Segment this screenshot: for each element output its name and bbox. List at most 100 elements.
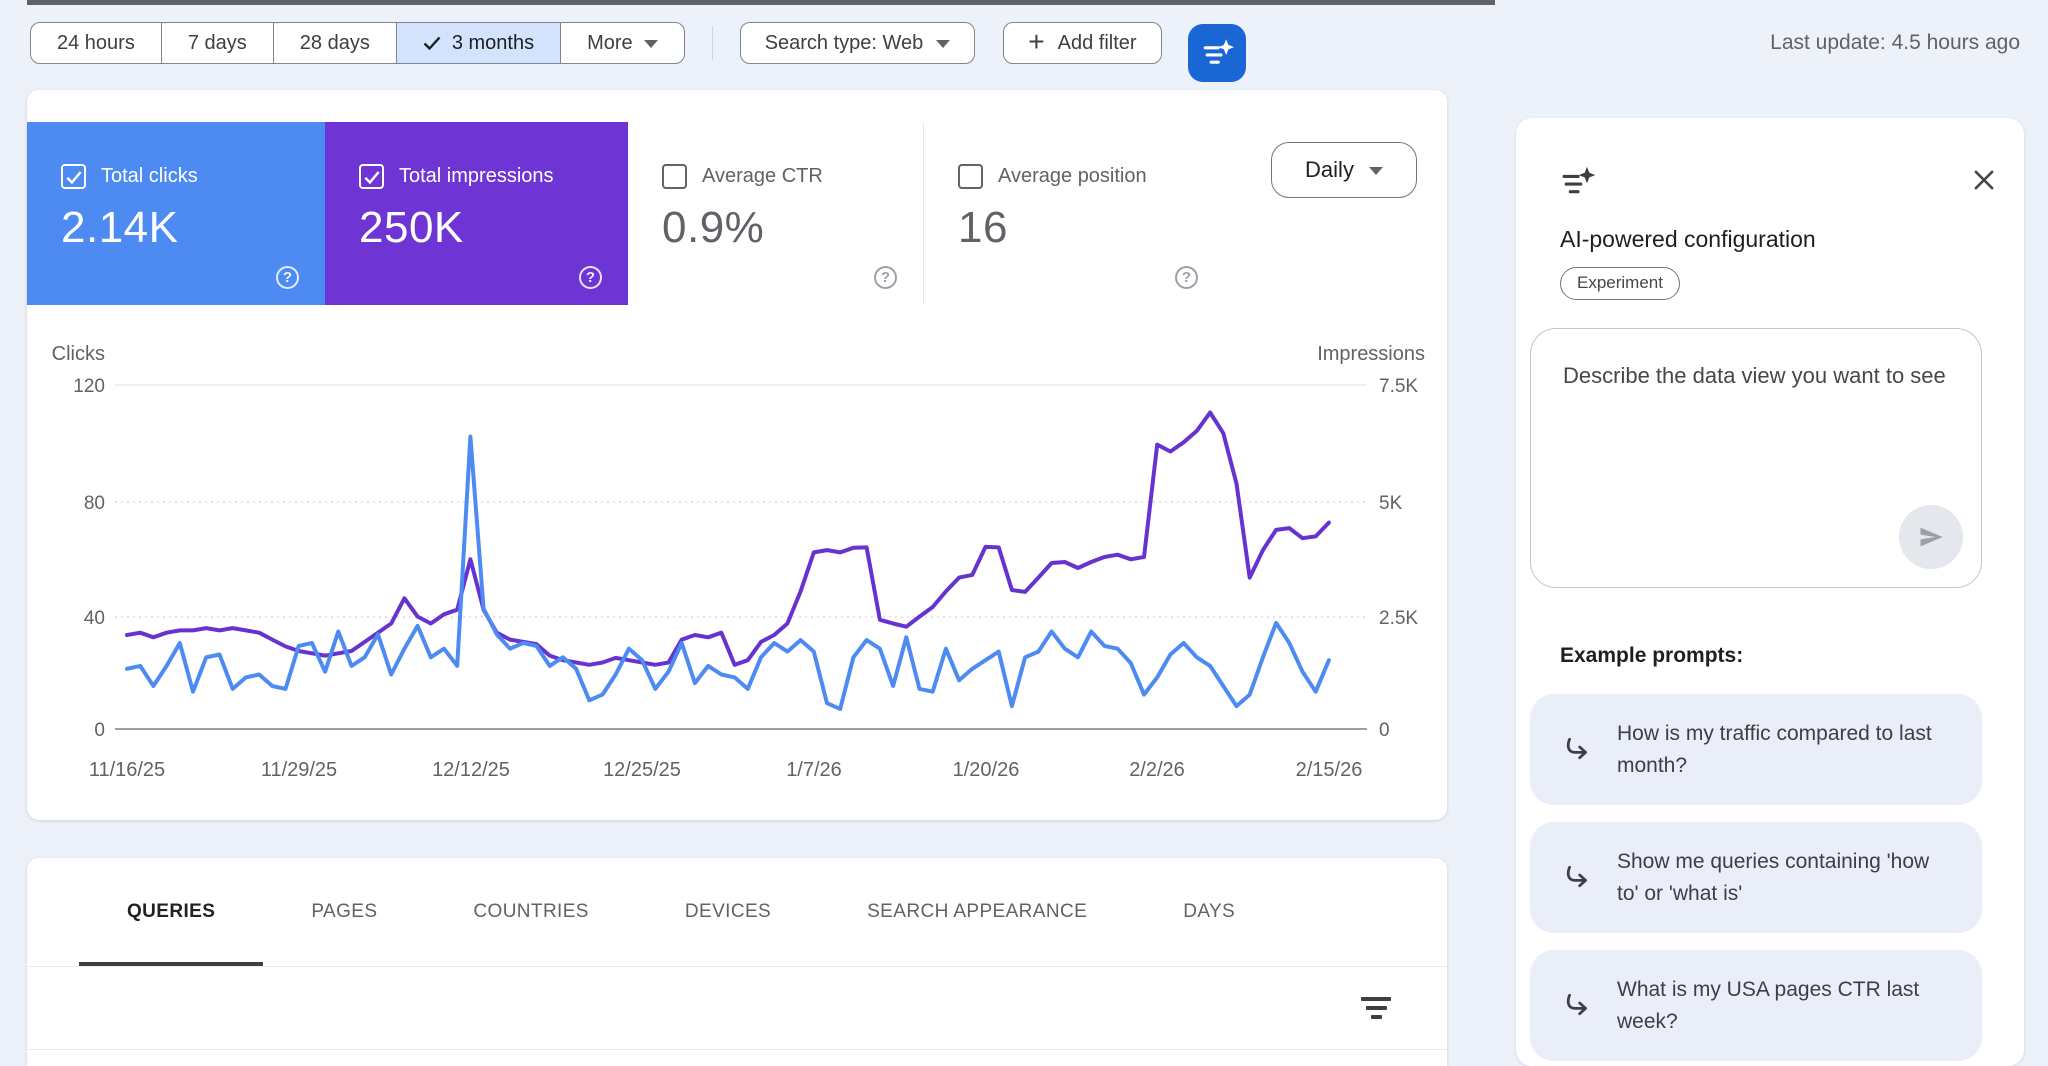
right-tick: 5K — [1379, 493, 1403, 514]
toolbar-divider — [712, 26, 713, 60]
ai-prompt-input[interactable]: Describe the data view you want to see — [1530, 328, 1982, 588]
x-tick: 2/2/26 — [1129, 759, 1185, 781]
x-tick: 1/20/26 — [953, 759, 1020, 781]
scroll-edge-divider — [27, 0, 1495, 5]
add-filter-button[interactable]: + Add filter — [1003, 22, 1161, 64]
x-tick: 11/29/25 — [261, 759, 337, 781]
toolbar: 24 hours 7 days 28 days 3 months More Se… — [30, 22, 2020, 64]
tab-label: QUERIES — [127, 901, 215, 923]
ai-sparkle-filter-icon — [1560, 164, 1596, 200]
help-icon[interactable]: ? — [276, 266, 299, 289]
last-update-text: Last update: 4.5 hours ago — [1770, 31, 2020, 55]
tab-countries[interactable]: COUNTRIES — [425, 858, 637, 966]
send-icon — [1917, 523, 1945, 551]
prompt-chip-ctr[interactable]: What is my USA pages CTR last week? — [1530, 950, 1982, 1061]
metric-label: Average CTR — [702, 165, 823, 188]
right-axis-title: Impressions — [1317, 343, 1425, 365]
tab-label: SEARCH APPEARANCE — [867, 901, 1087, 923]
x-tick: 12/25/25 — [603, 759, 681, 781]
average-ctr-checkbox[interactable] — [662, 164, 687, 189]
date-range-group: 24 hours 7 days 28 days 3 months More — [30, 22, 685, 64]
experiment-badge: Experiment — [1560, 267, 1680, 300]
performance-card: Total clicks 2.14K ? Total impressions 2… — [27, 90, 1447, 820]
tab-devices[interactable]: DEVICES — [637, 858, 819, 966]
search-type-label: Search type: Web — [765, 32, 924, 55]
granularity-dropdown[interactable]: Daily — [1271, 142, 1417, 198]
tab-label: PAGES — [311, 901, 377, 923]
filter-list-icon[interactable] — [1355, 991, 1397, 1025]
metric-value: 0.9% — [662, 203, 923, 253]
range-24-hours[interactable]: 24 hours — [31, 23, 161, 63]
tab-label: DEVICES — [685, 901, 771, 923]
plus-icon: + — [1028, 28, 1044, 56]
x-tick: 12/12/25 — [432, 759, 510, 781]
dimensions-table-card: QUERIES PAGES COUNTRIES DEVICES SEARCH A… — [27, 858, 1447, 1066]
ai-sparkle-filter-icon — [1200, 36, 1234, 70]
performance-line-chart[interactable]: Clicks Impressions 120 80 40 0 7.5K 5K 2… — [27, 330, 1447, 800]
metric-value: 2.14K — [61, 203, 325, 253]
right-tick: 2.5K — [1379, 608, 1418, 629]
left-axis-title: Clicks — [52, 343, 105, 365]
total-clicks-checkbox[interactable] — [61, 164, 86, 189]
range-24-hours-label: 24 hours — [57, 32, 135, 55]
range-28-days[interactable]: 28 days — [273, 23, 396, 63]
tab-label: DAYS — [1183, 901, 1235, 923]
average-position-checkbox[interactable] — [958, 164, 983, 189]
add-filter-label: Add filter — [1058, 32, 1137, 55]
left-tick: 0 — [94, 720, 105, 741]
metric-value: 250K — [359, 203, 628, 253]
close-panel-button[interactable] — [1968, 164, 2000, 199]
total-impressions-checkbox[interactable] — [359, 164, 384, 189]
metric-label: Total clicks — [101, 165, 198, 188]
left-tick: 40 — [84, 608, 105, 629]
table-filter-row — [27, 967, 1447, 1050]
metric-card-total-clicks[interactable]: Total clicks 2.14K ? — [27, 122, 325, 305]
clicks-line-series — [127, 437, 1329, 709]
right-tick: 7.5K — [1379, 376, 1418, 397]
metric-card-average-ctr[interactable]: Average CTR 0.9% ? — [628, 122, 924, 305]
tab-pages[interactable]: PAGES — [263, 858, 425, 966]
redirect-arrow-icon — [1560, 862, 1591, 894]
chevron-down-icon — [1369, 167, 1383, 175]
range-3-months-label: 3 months — [452, 32, 534, 55]
ai-configuration-panel: AI-powered configuration Experiment Desc… — [1516, 118, 2024, 1066]
tab-search-appearance[interactable]: SEARCH APPEARANCE — [819, 858, 1135, 966]
metric-cards-row: Total clicks 2.14K ? Total impressions 2… — [27, 122, 1224, 305]
checkmark-icon — [64, 167, 84, 187]
metric-card-average-position[interactable]: Average position 16 ? — [924, 122, 1224, 305]
tab-label: COUNTRIES — [473, 901, 589, 923]
range-28-days-label: 28 days — [300, 32, 370, 55]
range-3-months[interactable]: 3 months — [396, 23, 560, 63]
help-icon[interactable]: ? — [579, 266, 602, 289]
prompt-chip-label: Show me queries containing 'how to' or '… — [1617, 846, 1956, 909]
ai-filter-button[interactable] — [1188, 24, 1246, 82]
prompt-chip-label: How is my traffic compared to last month… — [1617, 718, 1956, 781]
prompt-chip-queries[interactable]: Show me queries containing 'how to' or '… — [1530, 822, 1982, 933]
close-icon — [1970, 166, 1998, 194]
tab-queries[interactable]: QUERIES — [79, 858, 263, 966]
impressions-line-series — [127, 413, 1329, 665]
prompt-chip-traffic[interactable]: How is my traffic compared to last month… — [1530, 694, 1982, 805]
x-tick: 2/15/26 — [1296, 759, 1363, 781]
right-tick: 0 — [1379, 720, 1390, 741]
example-prompts-heading: Example prompts: — [1560, 644, 2000, 668]
range-7-days-label: 7 days — [188, 32, 247, 55]
checkmark-icon — [362, 167, 382, 187]
left-tick: 80 — [84, 493, 105, 514]
search-type-dropdown[interactable]: Search type: Web — [740, 22, 976, 64]
x-tick: 1/7/26 — [786, 759, 842, 781]
chevron-down-icon — [644, 40, 658, 48]
range-7-days[interactable]: 7 days — [161, 23, 273, 63]
tab-days[interactable]: DAYS — [1135, 858, 1283, 966]
input-placeholder: Describe the data view you want to see — [1563, 359, 1953, 392]
metric-card-total-impressions[interactable]: Total impressions 250K ? — [325, 122, 628, 305]
metric-label: Total impressions — [399, 165, 554, 188]
send-button[interactable] — [1899, 505, 1963, 569]
help-icon[interactable]: ? — [874, 266, 897, 289]
panel-title: AI-powered configuration — [1560, 226, 2000, 253]
metric-label: Average position — [998, 165, 1147, 188]
more-label: More — [587, 32, 633, 55]
help-icon[interactable]: ? — [1175, 266, 1198, 289]
granularity-label: Daily — [1305, 157, 1354, 183]
range-more-button[interactable]: More — [560, 23, 684, 63]
